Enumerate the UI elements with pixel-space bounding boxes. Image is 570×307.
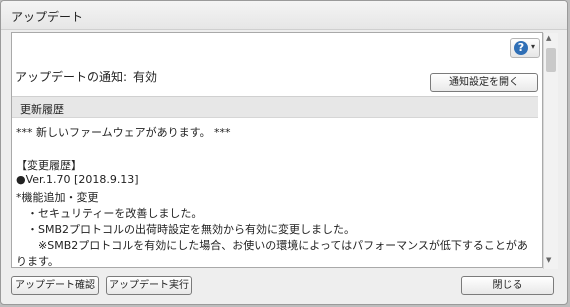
help-menu-button[interactable]: ? ▾ (510, 38, 540, 58)
history-line: 【変更履歴】 (16, 159, 82, 172)
vertical-scrollbar[interactable]: ▲ ▼ (543, 33, 558, 269)
title-bar: アップデート (1, 1, 567, 30)
update-notification-label: アップデートの通知: (15, 70, 128, 84)
scroll-down-icon[interactable]: ▼ (546, 256, 551, 264)
run-update-button[interactable]: アップデート実行 (106, 276, 192, 295)
content-panel: ? ▾ アップデートの通知: 有効 通知設定を開く 更新履歴 *** 新しいファ… (11, 32, 558, 269)
check-update-button[interactable]: アップデート確認 (11, 276, 99, 295)
history-line: ●Ver.1.70 [2018.9.13] (16, 173, 139, 186)
history-line: ・SMB2プロトコルの出荷時設定を無効から有効に変更しました。 (16, 223, 356, 236)
update-dialog: アップデート ? ▾ アップデートの通知: 有効 通知設定を開く 更新履歴 **… (0, 0, 568, 305)
help-icon: ? (514, 41, 528, 55)
history-line: ります。 (16, 255, 59, 268)
dialog-title: アップデート (11, 10, 84, 24)
update-history-header: 更新履歴 (12, 97, 538, 118)
close-button[interactable]: 閉じる (461, 276, 554, 295)
scroll-thumb[interactable] (546, 48, 556, 72)
history-line: ・セキュリティーを改善しました。 (16, 207, 203, 220)
history-line: *** 新しいファームウェアがあります。 *** (16, 126, 231, 139)
history-line: ※SMB2プロトコルを有効にした場合、お使いの環境によってはパフォーマンスが低下… (16, 239, 528, 252)
update-notification-value: 有効 (133, 70, 158, 84)
history-line: *機能追加・変更 (16, 191, 99, 204)
scroll-up-icon[interactable]: ▲ (546, 34, 551, 42)
chevron-down-icon: ▾ (531, 42, 536, 51)
update-history-title: 更新履歴 (20, 103, 64, 116)
open-notification-settings-button[interactable]: 通知設定を開く (430, 73, 538, 92)
update-history-section: 更新履歴 *** 新しいファームウェアがあります。 *** 【変更履歴】 ●Ve… (12, 96, 538, 269)
